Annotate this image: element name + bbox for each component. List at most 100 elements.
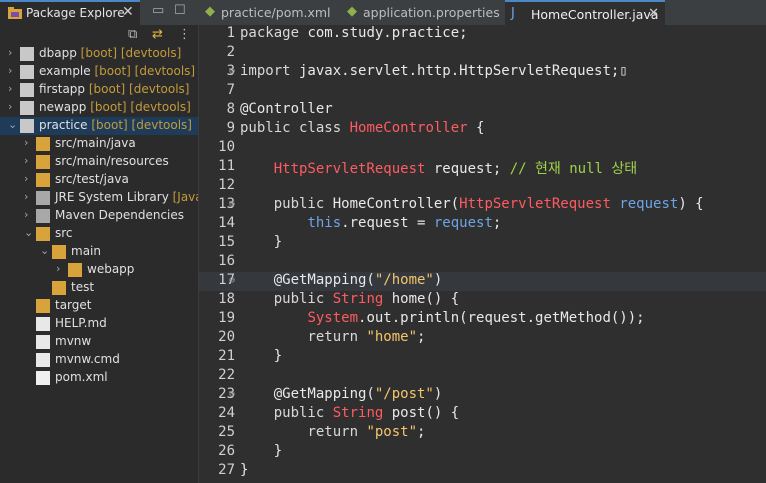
tab-package-explorer[interactable]: Package Explore ✕: [0, 0, 140, 25]
code-line: public class HomeController {: [240, 120, 485, 136]
tree-item[interactable]: › example [boot] [devtools]: [0, 63, 198, 81]
chevron-down-icon[interactable]: ⌄: [24, 226, 34, 239]
tree-item[interactable]: › Maven Dependencies: [0, 207, 198, 225]
tree-item[interactable]: › firstapp [boot] [devtools]: [0, 81, 198, 99]
tree-item[interactable]: ⌄ src: [0, 225, 198, 243]
folder-icon: [52, 281, 66, 295]
project-icon: [20, 47, 34, 61]
code-line: return "home";: [307, 329, 426, 345]
tree-item-decoration: [boot] [devtools]: [86, 100, 191, 114]
chevron-right-icon[interactable]: ›: [8, 82, 18, 95]
code-line: package com.study.practice;: [240, 25, 468, 41]
chevron-right-icon[interactable]: ›: [24, 154, 34, 167]
library-icon: [36, 191, 50, 205]
line-number: 2: [226, 44, 235, 60]
fold-icon[interactable]: ⊖: [229, 66, 235, 77]
code-editor[interactable]: 1 package com.study.practice; 2 3 ⊖ import ja…: [199, 25, 766, 483]
editor-tab[interactable]: ◆ practice/pom.xml: [199, 0, 339, 25]
tree-item[interactable]: › src/main/java: [0, 135, 198, 153]
project-icon: [20, 119, 34, 133]
maximize-icon[interactable]: ☐: [174, 3, 186, 18]
tree-item-name: dbapp: [39, 46, 77, 60]
close-icon[interactable]: ✕: [122, 4, 134, 20]
minimize-icon[interactable]: ▭: [152, 3, 164, 18]
tree-item-label: src/main/resources: [55, 154, 169, 168]
tree-item-name: mvnw: [55, 334, 92, 348]
code-line: return "post";: [307, 424, 426, 440]
tree-item-name: Maven Dependencies: [55, 208, 185, 222]
folder-icon: [52, 245, 66, 259]
chevron-right-icon[interactable]: ›: [24, 208, 34, 221]
file-icon: [36, 317, 50, 331]
tree-item[interactable]: HELP.md: [0, 315, 198, 333]
source-folder-icon: [36, 137, 50, 151]
tree-item-label: example [boot] [devtools]: [39, 64, 195, 78]
tree-item[interactable]: › dbapp [boot] [devtools]: [0, 45, 198, 63]
chevron-right-icon[interactable]: ›: [8, 46, 18, 59]
line-number: 11: [218, 158, 235, 174]
tree-item[interactable]: mvnw: [0, 333, 198, 351]
code-line: public HomeController(HttpServletRequest…: [273, 196, 704, 212]
collapse-all-icon[interactable]: ⧉: [128, 27, 137, 42]
tree-item[interactable]: › JRE System Library [JavaS: [0, 189, 198, 207]
tree-item-name: webapp: [87, 262, 135, 276]
line-number: 26: [218, 443, 235, 459]
fold-icon[interactable]: ⊖: [229, 389, 235, 400]
chevron-right-icon[interactable]: ›: [56, 262, 66, 275]
tree-item-name: newapp: [39, 100, 87, 114]
chevron-down-icon[interactable]: ⌄: [8, 118, 18, 131]
tree-item-label: src/main/java: [55, 136, 136, 150]
chevron-down-icon[interactable]: ⌄: [40, 244, 50, 257]
code-line: }: [240, 234, 283, 250]
tree-item[interactable]: › webapp: [0, 261, 198, 279]
tree-item-label: mvnw.cmd: [55, 352, 120, 366]
tree-item-name: JRE System Library: [55, 190, 169, 204]
tree-item[interactable]: ⌄ practice [boot] [devtools]: [0, 117, 198, 135]
tree-item-label: mvnw: [55, 334, 91, 348]
editor-tab[interactable]: ◆ application.properties: [341, 0, 503, 25]
tree-item[interactable]: mvnw.cmd: [0, 351, 198, 369]
code-line: HttpServletRequest request; // 현재 null 상…: [273, 161, 638, 177]
line-number: 16: [218, 253, 235, 269]
tree-item[interactable]: target: [0, 297, 198, 315]
tree-item[interactable]: › newapp [boot] [devtools]: [0, 99, 198, 117]
source-folder-icon: [36, 155, 50, 169]
chevron-right-icon[interactable]: ›: [24, 190, 34, 203]
package-explorer-label: Package Explore: [26, 6, 125, 20]
editor-tab[interactable]: J HomeController.java ✕: [505, 0, 665, 25]
tree-item-name: pom.xml: [55, 370, 108, 384]
line-number: 22: [218, 367, 235, 383]
explorer-tabbar: Package Explore ✕ ▭ ☐: [0, 0, 198, 25]
file-icon: ◆: [205, 4, 215, 19]
folder-icon: [36, 299, 50, 313]
tree-item-name: src/test/java: [55, 172, 129, 186]
code-line: }: [240, 348, 283, 364]
link-with-editor-icon[interactable]: ⇄: [152, 27, 163, 42]
fold-icon[interactable]: ⊖: [229, 199, 235, 210]
line-number: 24: [218, 405, 235, 421]
code-line: public String post() {: [273, 405, 460, 421]
tree-item-name: practice: [39, 118, 88, 132]
tree-item-decoration: [boot] [devtools]: [76, 46, 182, 60]
library-icon: [36, 209, 50, 223]
line-number: 9: [226, 120, 235, 136]
project-icon: [20, 65, 34, 79]
tree-item-label: dbapp [boot] [devtools]: [39, 46, 181, 60]
code-line: @GetMapping("/post"): [240, 386, 443, 402]
tree-item-name: test: [71, 280, 95, 294]
fold-icon[interactable]: ⊖: [229, 275, 235, 286]
close-icon[interactable]: ✕: [648, 6, 659, 21]
chevron-right-icon[interactable]: ›: [24, 172, 34, 185]
tree-item[interactable]: pom.xml: [0, 369, 198, 387]
chevron-right-icon[interactable]: ›: [24, 136, 34, 149]
tree-item-decoration: [boot] [devtools]: [90, 64, 196, 78]
chevron-right-icon[interactable]: ›: [8, 64, 18, 77]
tree-item[interactable]: test: [0, 279, 198, 297]
tree-item[interactable]: › src/main/resources: [0, 153, 198, 171]
tree-item-name: main: [71, 244, 101, 258]
view-menu-icon[interactable]: ⋮: [178, 27, 191, 42]
tree-item-name: target: [55, 298, 92, 312]
tree-item[interactable]: ⌄ main: [0, 243, 198, 261]
tree-item[interactable]: › src/test/java: [0, 171, 198, 189]
chevron-right-icon[interactable]: ›: [8, 100, 18, 113]
